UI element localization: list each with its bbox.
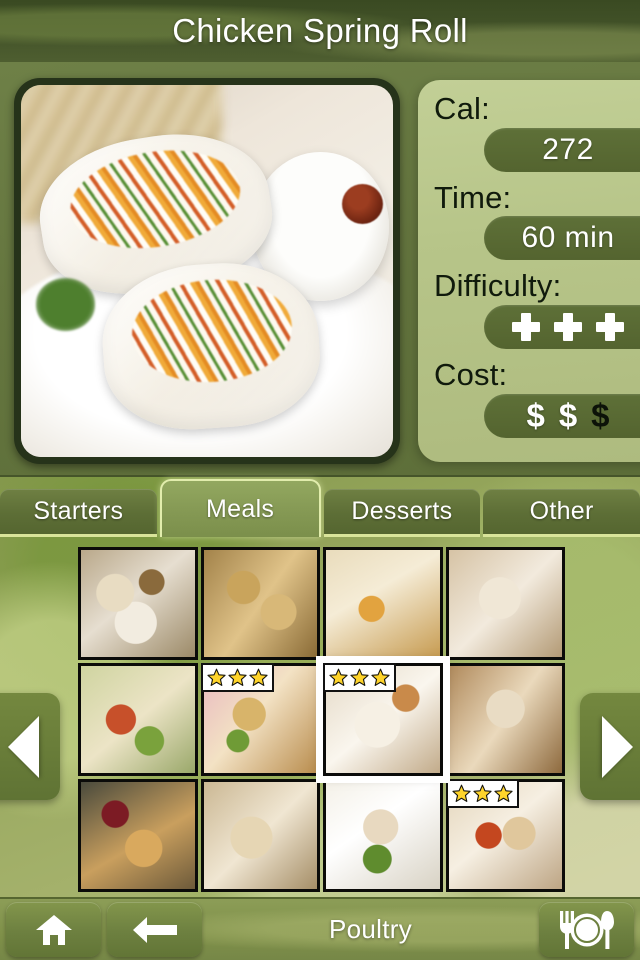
current-category-label: Poultry (328, 914, 413, 944)
recipe-cell-stuffed-chicken-roast[interactable] (445, 663, 565, 776)
dollar-icon-inactive: $ (591, 397, 610, 435)
recipe-thumbnail (448, 550, 562, 657)
star-icon (248, 668, 268, 686)
rating-stars (445, 779, 519, 808)
tab-starters[interactable]: Starters (0, 489, 157, 537)
dipping-sauce-decor (341, 183, 384, 225)
recipe-cell-sliced-turkey-plate[interactable] (323, 779, 443, 892)
info-label-cal: Cal: (434, 91, 490, 126)
home-icon (35, 914, 72, 945)
recipe-cell-chicken-wrap-platter[interactable] (323, 547, 443, 660)
recipe-thumbnail (203, 550, 317, 657)
previous-page-button[interactable] (0, 693, 60, 800)
recipe-photo-frame[interactable] (14, 78, 400, 464)
tab-desserts[interactable]: Desserts (323, 489, 481, 537)
back-arrow-icon (132, 916, 177, 943)
rating-stars (200, 663, 274, 692)
app-header: Chicken Spring Roll (0, 0, 640, 62)
star-icon (227, 668, 247, 686)
recipe-thumbnail (203, 782, 317, 889)
star-icon (493, 784, 513, 802)
recipe-info-card: Cal: 272 Time: 60 min Difficulty: Cost: … (418, 80, 640, 462)
tab-other[interactable]: Other (483, 489, 640, 537)
bottom-toolbar: Poultry (0, 897, 640, 960)
rating-stars (323, 663, 396, 692)
recipes-button[interactable] (539, 902, 634, 957)
recipe-thumbnail (326, 782, 440, 889)
recipe-cell-chicken-with-potatoes[interactable] (78, 547, 198, 660)
info-value-difficulty (484, 305, 640, 350)
star-icon (371, 668, 390, 686)
recipe-thumbnail (326, 550, 440, 657)
plus-icon (512, 313, 540, 342)
recipe-cell-grilled-chicken-panini[interactable] (200, 779, 320, 892)
time-value: 60 min (521, 221, 615, 255)
star-icon (350, 668, 369, 686)
back-button[interactable] (107, 902, 202, 957)
cutlery-icon (559, 910, 614, 949)
chevron-right-icon (601, 715, 633, 778)
recipe-grid-area (0, 537, 640, 897)
recipe-thumbnail (81, 550, 195, 657)
mint-leaf-decor (35, 278, 96, 331)
tab-label: Meals (206, 494, 275, 523)
recipe-thumbnail (81, 666, 195, 773)
home-button[interactable] (6, 902, 101, 957)
info-value-cost: $ $ $ (484, 393, 640, 438)
info-label-cost: Cost: (434, 357, 508, 393)
tab-label: Starters (33, 497, 124, 525)
next-page-button[interactable] (580, 693, 640, 800)
tab-meals[interactable]: Meals (159, 479, 321, 537)
recipe-cell-chicken-spring-roll[interactable] (316, 656, 450, 783)
recipe-grid (78, 547, 565, 892)
star-icon (206, 668, 226, 686)
info-label-time: Time: (434, 179, 512, 215)
dollar-icon: $ (558, 397, 578, 435)
spring-roll-bottom (97, 256, 325, 435)
plus-icon (554, 313, 582, 342)
tab-label: Other (529, 497, 594, 525)
cost-symbols: $ $ $ (526, 399, 609, 432)
tab-label: Desserts (351, 497, 453, 525)
recipe-thumbnail (448, 666, 562, 773)
star-icon (472, 784, 492, 802)
recipe-cell-whole-roast-chicken[interactable] (78, 779, 198, 892)
star-icon (329, 668, 348, 686)
star-icon (451, 784, 471, 802)
info-label-difficulty: Difficulty: (434, 268, 562, 304)
info-value-cal: 272 (484, 127, 640, 172)
chevron-left-icon (7, 715, 39, 778)
info-value-time: 60 min (484, 216, 640, 261)
recipe-thumbnail (81, 782, 195, 889)
difficulty-symbols (512, 313, 624, 342)
dollar-icon: $ (526, 397, 545, 435)
cal-value: 272 (542, 132, 594, 166)
recipe-cell-herb-crusted-chicken[interactable] (200, 547, 320, 660)
recipe-cell-chicken-with-pasta[interactable] (78, 663, 198, 776)
recipe-photo (21, 85, 393, 457)
recipe-cell-stuffed-chicken-slices[interactable] (445, 547, 565, 660)
recipe-cell-chicken-tortilla-wraps[interactable] (445, 779, 565, 892)
recipe-cell-breaded-chicken-strips[interactable] (200, 663, 320, 776)
category-tab-bar: Starters Meals Desserts Other (0, 479, 640, 537)
plus-icon (596, 313, 624, 342)
page-title: Chicken Spring Roll (172, 12, 468, 49)
